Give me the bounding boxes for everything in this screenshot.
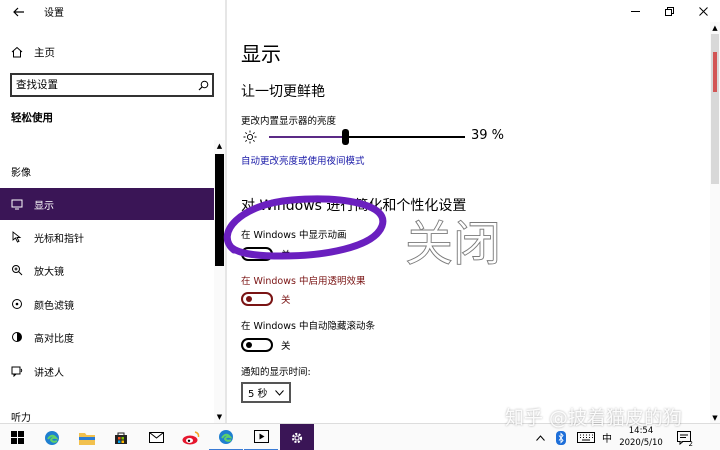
sidebar-item-label: 颜色滤镜 — [34, 300, 74, 312]
color-filter-icon — [10, 298, 24, 310]
sidebar-item-display[interactable]: 显示 — [0, 188, 225, 220]
dropdown-value: 5 秒 — [248, 389, 268, 400]
taskbar-media-player[interactable] — [244, 424, 278, 450]
handwritten-note-text: 关闭 — [405, 216, 501, 272]
content-scrollbar[interactable]: ▲ ▼ — [710, 22, 720, 423]
start-button[interactable] — [0, 424, 34, 450]
scrollbars-toggle[interactable] — [241, 338, 273, 352]
close-icon — [698, 6, 708, 16]
taskbar-file-explorer[interactable] — [70, 424, 104, 450]
store-icon — [115, 432, 127, 444]
sidebar-scrollbar[interactable]: ▲ ▼ — [214, 140, 225, 423]
taskbar-weibo[interactable] — [174, 424, 208, 450]
scroll-down-icon[interactable]: ▼ — [214, 411, 225, 423]
gear-icon — [291, 432, 303, 443]
edge-icon — [45, 430, 59, 445]
search-box[interactable] — [10, 73, 214, 97]
monitor-icon — [10, 199, 24, 210]
sidebar-item-cursor[interactable]: 光标和指针 — [0, 221, 214, 253]
bluetooth-icon — [556, 430, 566, 445]
home-icon — [10, 46, 24, 58]
sidebar-item-label: 听力 — [11, 412, 31, 424]
notification-duration-label: 通知的显示时间: — [241, 367, 311, 378]
brightness-value: 39 % — [471, 128, 505, 143]
chevron-up-icon — [535, 434, 545, 441]
scroll-up-icon[interactable]: ▲ — [214, 140, 225, 152]
sidebar-item-label: 主页 — [34, 46, 55, 59]
toggle-knob — [246, 296, 252, 302]
transparency-label: 在 Windows 中启用透明效果 — [241, 276, 366, 287]
notification-count: 2 — [688, 440, 693, 448]
brightness-label: 更改内置显示器的亮度 — [241, 116, 337, 127]
night-light-link[interactable]: 自动更改亮度或使用夜间模式 — [241, 153, 365, 167]
sidebar-item-hearing: 听力 — [0, 400, 214, 424]
magnifier-icon — [10, 264, 24, 276]
sidebar-item-label: 光标和指针 — [34, 233, 84, 245]
folder-icon — [79, 432, 95, 445]
taskbar-settings[interactable] — [280, 424, 314, 450]
close-button[interactable] — [686, 0, 720, 22]
narrator-icon — [10, 365, 24, 377]
restore-button[interactable] — [652, 0, 686, 22]
sidebar-item-vision: 影像 — [0, 155, 214, 187]
back-button[interactable] — [8, 2, 30, 22]
restore-icon — [664, 6, 674, 16]
back-arrow-icon — [13, 7, 24, 17]
sidebar-item-color-filters[interactable]: 颜色滤镜 — [0, 288, 214, 320]
contrast-icon — [10, 331, 24, 343]
sidebar-group-title: 轻松使用 — [11, 112, 53, 124]
taskbar-mail[interactable] — [139, 424, 173, 450]
minimize-button[interactable] — [618, 0, 652, 22]
sidebar-item-label: 影像 — [11, 167, 31, 179]
scroll-up-icon[interactable]: ▲ — [710, 22, 720, 33]
watermark: 知乎 @披着猫皮的狗 — [505, 407, 683, 429]
keyboard-icon — [577, 432, 595, 443]
windows-logo-icon — [10, 431, 24, 444]
media-player-icon — [253, 430, 269, 443]
purple-circle-annotation — [223, 195, 387, 260]
search-input[interactable] — [12, 79, 194, 91]
mail-icon — [148, 432, 164, 443]
brightness-control: 39 % — [241, 127, 511, 147]
section-title-vivid: 让一切更鲜艳 — [241, 84, 325, 100]
settings-sidebar: 设置 主页 轻松使用 影像 显示 光标和指针 放大镜 — [0, 0, 225, 423]
scroll-marker — [713, 52, 717, 92]
sidebar-item-label: 高对比度 — [34, 333, 74, 345]
taskbar-edge-2[interactable] — [209, 424, 243, 450]
sun-icon — [243, 130, 257, 144]
chevron-down-icon — [275, 389, 284, 396]
sidebar-item-label: 讲述人 — [34, 367, 64, 379]
sidebar-item-home[interactable]: 主页 — [0, 40, 225, 64]
scrollbars-setting: 关 — [241, 337, 291, 353]
transparency-toggle[interactable] — [241, 292, 273, 306]
notification-duration-dropdown[interactable]: 5 秒 — [241, 382, 291, 403]
cursor-icon — [10, 231, 24, 243]
page-title: 显示 — [241, 42, 281, 66]
app-title: 设置 — [44, 8, 64, 19]
toggle-knob — [246, 342, 252, 348]
search-icon[interactable] — [194, 80, 212, 91]
sidebar-item-label: 放大镜 — [34, 266, 64, 278]
sidebar-item-narrator[interactable]: 讲述人 — [0, 355, 214, 387]
scroll-down-icon[interactable]: ▼ — [710, 412, 720, 423]
sidebar-item-label: 显示 — [34, 200, 54, 212]
brightness-slider[interactable] — [269, 129, 465, 145]
taskbar-edge[interactable] — [35, 424, 69, 450]
window-controls — [618, 0, 720, 22]
brightness-slider-thumb[interactable] — [342, 129, 350, 145]
brightness-slider-fill — [269, 136, 346, 138]
clock-date: 2020/5/10 — [619, 438, 663, 448]
minimize-icon — [630, 10, 640, 12]
weibo-icon — [182, 430, 200, 444]
transparency-setting: 关 — [241, 291, 291, 307]
edge-icon — [219, 429, 233, 444]
toggle-state: 关 — [281, 295, 291, 306]
scrollbars-label: 在 Windows 中自动隐藏滚动条 — [241, 321, 375, 332]
toggle-state: 关 — [281, 341, 291, 352]
taskbar-store[interactable] — [104, 424, 138, 450]
handwritten-note: 关闭 — [405, 216, 501, 273]
sidebar-item-high-contrast[interactable]: 高对比度 — [0, 321, 214, 353]
sidebar-item-magnifier[interactable]: 放大镜 — [0, 254, 214, 286]
